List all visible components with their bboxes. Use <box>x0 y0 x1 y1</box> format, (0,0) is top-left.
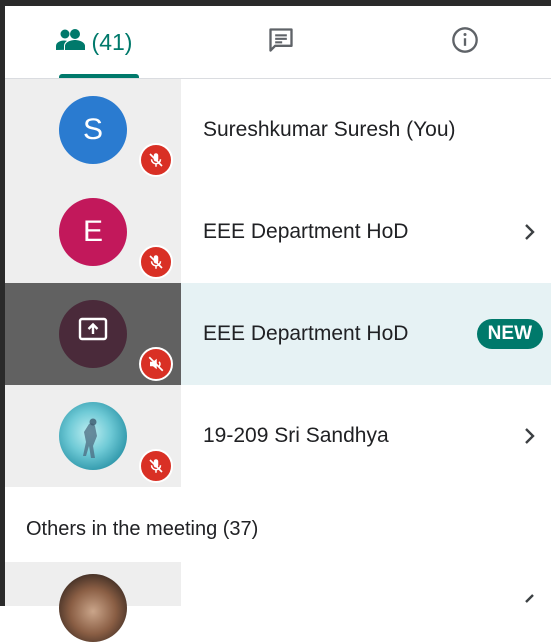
avatar-cell <box>5 385 181 487</box>
avatar-cell <box>5 562 181 642</box>
participant-row[interactable] <box>5 562 551 642</box>
participant-row-presentation[interactable]: EEE Department HoD NEW <box>5 283 551 385</box>
tab-bar: (41) <box>5 6 551 79</box>
people-icon <box>55 28 86 56</box>
participant-name: EEE Department HoD <box>203 220 409 243</box>
participant-row[interactable]: E EEE Department HoD <box>5 181 551 283</box>
volume-off-icon <box>139 347 173 381</box>
chevron-right-icon[interactable] <box>523 385 537 487</box>
avatar-photo <box>59 574 127 642</box>
avatar-cell: S <box>5 79 181 181</box>
new-badge: NEW <box>476 319 543 349</box>
participant-name: EEE Department HoD <box>203 322 409 345</box>
screen-share-icon <box>78 317 108 351</box>
tab-info[interactable] <box>379 6 551 78</box>
others-section-title: Others in the meeting (37) <box>26 518 259 540</box>
participant-name: Sureshkumar Suresh (You) <box>203 118 456 141</box>
chat-icon <box>267 26 295 59</box>
participant-row[interactable]: 19-209 Sri Sandhya <box>5 385 551 487</box>
participant-row[interactable]: S Sureshkumar Suresh (You) <box>5 79 551 181</box>
active-tab-indicator <box>59 74 139 78</box>
people-count: (41) <box>91 28 133 55</box>
avatar: S <box>59 96 127 164</box>
avatar-photo <box>59 402 127 470</box>
tab-chat[interactable] <box>183 6 379 78</box>
mic-off-icon <box>139 449 173 483</box>
avatar: E <box>59 198 127 266</box>
avatar-cell: E <box>5 181 181 283</box>
participant-name: 19-209 Sri Sandhya <box>203 424 389 447</box>
avatar-cell <box>5 283 181 385</box>
avatar <box>59 300 127 368</box>
tab-people[interactable]: (41) <box>5 6 183 78</box>
mic-off-icon <box>139 245 173 279</box>
mic-off-icon <box>139 143 173 177</box>
info-icon <box>451 26 479 59</box>
chevron-right-icon[interactable] <box>523 562 537 606</box>
chevron-right-icon[interactable] <box>523 181 537 283</box>
